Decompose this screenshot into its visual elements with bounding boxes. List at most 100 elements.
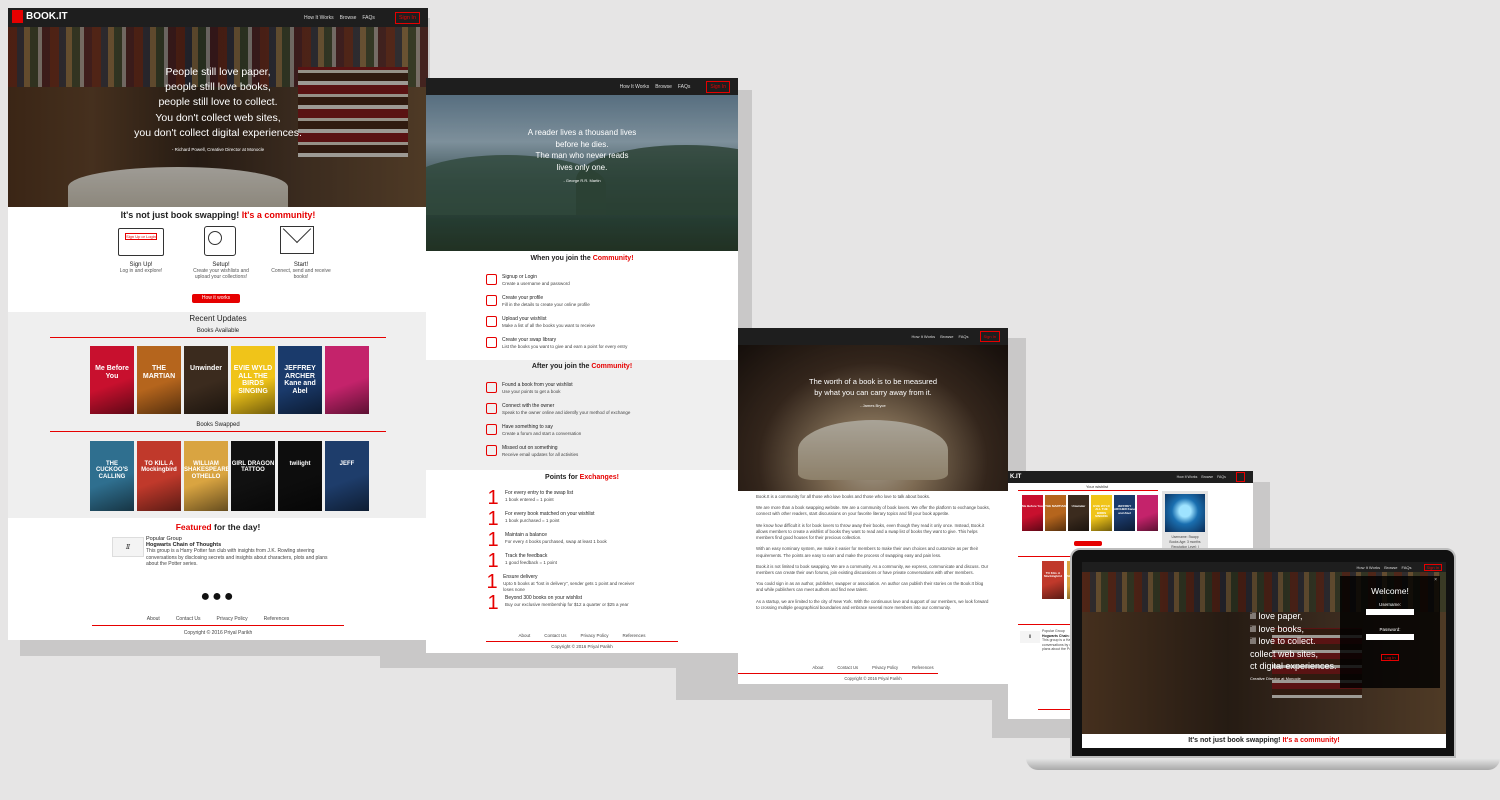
nav-browse[interactable]: Browse	[1201, 475, 1213, 479]
point-row: 1 Beyond 300 books on your wishlist Buy ou…	[487, 592, 629, 614]
nav-browse[interactable]: Browse	[1384, 565, 1397, 570]
footer-about[interactable]: About	[518, 633, 530, 638]
hero-quote: A reader lives a thousand lives before h…	[426, 127, 738, 184]
book-cover[interactable]: Unwinder	[1068, 495, 1089, 531]
book-cover[interactable]	[325, 346, 369, 414]
brand-logo[interactable]: BOOK.IT	[12, 10, 68, 23]
nav-faqs[interactable]: FAQs	[1217, 475, 1226, 479]
book-cover[interactable]: EVIE WYLD ALL THE BIRDS SINGING	[231, 346, 275, 414]
footer-about[interactable]: About	[147, 616, 160, 622]
how-it-works-page: How It Works Browse FAQs Sign In A reade…	[426, 78, 738, 653]
search-book-icon	[204, 226, 236, 256]
envelope-icon	[280, 214, 314, 254]
brand-name: BOOK.IT	[26, 11, 68, 22]
nav-browse[interactable]: Browse	[340, 15, 357, 21]
how-it-works-button[interactable]: How it works	[192, 294, 240, 303]
book-cover[interactable]: THE MARTIAN	[137, 346, 181, 414]
carousel-dots[interactable]: ●●●	[8, 588, 428, 606]
navbar: How It Works Browse FAQs Sign In	[738, 328, 1008, 345]
group-logo: Ⅱ	[112, 537, 144, 557]
book-cover[interactable]: twilight	[278, 441, 322, 511]
quote-author: - George R.R. Martin	[563, 178, 601, 184]
book-cover[interactable]: EVIE WYLD ALL THE BIRDS SINGING	[1091, 495, 1112, 531]
password-input[interactable]	[1366, 634, 1414, 640]
footer-privacy[interactable]: Privacy Policy	[581, 633, 609, 638]
step-icon	[486, 274, 497, 285]
point-row: 1 For every book matched on your wishlist…	[487, 508, 595, 530]
book-cover[interactable]: JEFFREY ARCHER Kane and Abel	[278, 346, 322, 414]
step-setup: Setup! Create your wishlists and upload y…	[193, 262, 249, 280]
step-row: Upload your wishlist Make a list of all t…	[486, 316, 636, 329]
footer-about[interactable]: About	[812, 665, 823, 670]
step-icon	[486, 295, 497, 306]
group-logo: Ⅱ	[1020, 631, 1040, 643]
book-cover[interactable]: THE CUCKOO'S CALLING	[90, 441, 134, 511]
book-cover[interactable]: THE MARTIAN	[1045, 495, 1066, 531]
footer-references[interactable]: References	[623, 633, 646, 638]
wishlist-row: Me Before You THE MARTIAN Unwinder EVIE WYL…	[1022, 495, 1158, 535]
step-row: Create your profile Fill in the details t…	[486, 295, 636, 308]
wishlist-title: Your wishlist	[1086, 484, 1109, 489]
laptop-base	[1026, 758, 1500, 770]
navbar: How It Works Browse FAQs Sign In	[426, 78, 738, 95]
book-cover[interactable]: WILLIAM SHAKESPEARE OTHELLO	[184, 441, 228, 511]
footer-references[interactable]: References	[912, 665, 933, 670]
featured-group[interactable]: Popular Group Hogwarts Chain of Thoughts…	[146, 536, 336, 568]
join-title: When you join the Community!	[530, 255, 634, 262]
number-icon: 1	[487, 592, 499, 614]
step-start: Start! Connect, send and receive books!	[271, 262, 331, 280]
number-icon: 1	[487, 550, 499, 572]
step-icon	[486, 316, 497, 327]
step-row: Connect with the owner Speak to the owner…	[486, 403, 636, 416]
footer-contact[interactable]: Contact Us	[176, 616, 201, 622]
nav-how-it-works[interactable]: How It Works	[620, 84, 650, 90]
login-button[interactable]: Log In	[1381, 654, 1399, 661]
book-cover[interactable]: GIRL DRAGON TATTOO	[231, 441, 275, 511]
nav-how-it-works[interactable]: How It Works	[1356, 565, 1380, 570]
book-cover[interactable]: TO KILL A Mockingbird	[1042, 561, 1064, 599]
copyright: Copyright © 2016 Priyal Parikh	[183, 630, 253, 636]
book-cover[interactable]: Me Before You	[90, 346, 134, 414]
book-cover[interactable]: Unwinder	[184, 346, 228, 414]
sign-in-button[interactable]: Sign In	[979, 331, 1000, 342]
nav-faqs[interactable]: FAQs	[678, 84, 691, 90]
book-cover[interactable]	[1137, 495, 1158, 531]
hero-quote: The worth of a book is to be measured by…	[738, 377, 1008, 409]
sign-in-button[interactable]: Sign In	[394, 11, 420, 24]
point-row: 1 Track the feedback 1 good feedback = 1 p…	[487, 550, 557, 572]
nav-faqs[interactable]: FAQs	[1402, 565, 1412, 570]
number-icon: 1	[487, 508, 499, 530]
book-cover[interactable]: TO KILL A Mockingbird	[137, 441, 181, 511]
footer-contact[interactable]: Contact Us	[544, 633, 566, 638]
footer-references[interactable]: References	[264, 616, 290, 622]
footer-contact[interactable]: Contact Us	[837, 665, 858, 670]
number-icon: 1	[486, 571, 498, 593]
laptop-screen: How It Works Browse FAQs Sign In ill lov…	[1082, 562, 1446, 748]
nav-faqs[interactable]: FAQs	[959, 334, 969, 339]
footer-privacy[interactable]: Privacy Policy	[217, 616, 248, 622]
username-input[interactable]	[1366, 609, 1414, 615]
footer-links: About Contact Us Privacy Policy Referenc…	[738, 665, 1008, 670]
footer-privacy[interactable]: Privacy Policy	[872, 665, 898, 670]
nav-how-it-works[interactable]: How It Works	[1177, 475, 1198, 479]
step-icon	[486, 382, 497, 393]
book-cover[interactable]: Me Before You	[1022, 495, 1043, 531]
close-icon[interactable]: ×	[1434, 577, 1437, 583]
nav-faqs[interactable]: FAQs	[362, 15, 375, 21]
logo-icon	[12, 10, 23, 23]
sign-in-button[interactable]: Sign In	[1423, 563, 1442, 571]
sign-in-button[interactable]: Sign In	[706, 80, 730, 93]
nav-how-it-works[interactable]: How It Works	[911, 334, 935, 339]
nav-browse[interactable]: Browse	[655, 84, 672, 90]
brand-name: K.IT	[1010, 474, 1022, 480]
step-icon	[486, 337, 497, 348]
book-cover[interactable]: JEFF	[325, 441, 369, 511]
sign-in-button[interactable]: ·	[1235, 472, 1245, 482]
username-label: Username:	[1378, 602, 1401, 607]
nav-browse[interactable]: Browse	[940, 334, 953, 339]
point-row: 1 For every entry to the swap list 1 book …	[487, 487, 574, 509]
nav-how-it-works[interactable]: How It Works	[304, 15, 334, 21]
avatar	[1165, 494, 1205, 532]
edit-wishlist-button[interactable]	[1074, 541, 1102, 546]
book-cover[interactable]: JEFFREY ARCHER Kane and Abel	[1114, 495, 1135, 531]
